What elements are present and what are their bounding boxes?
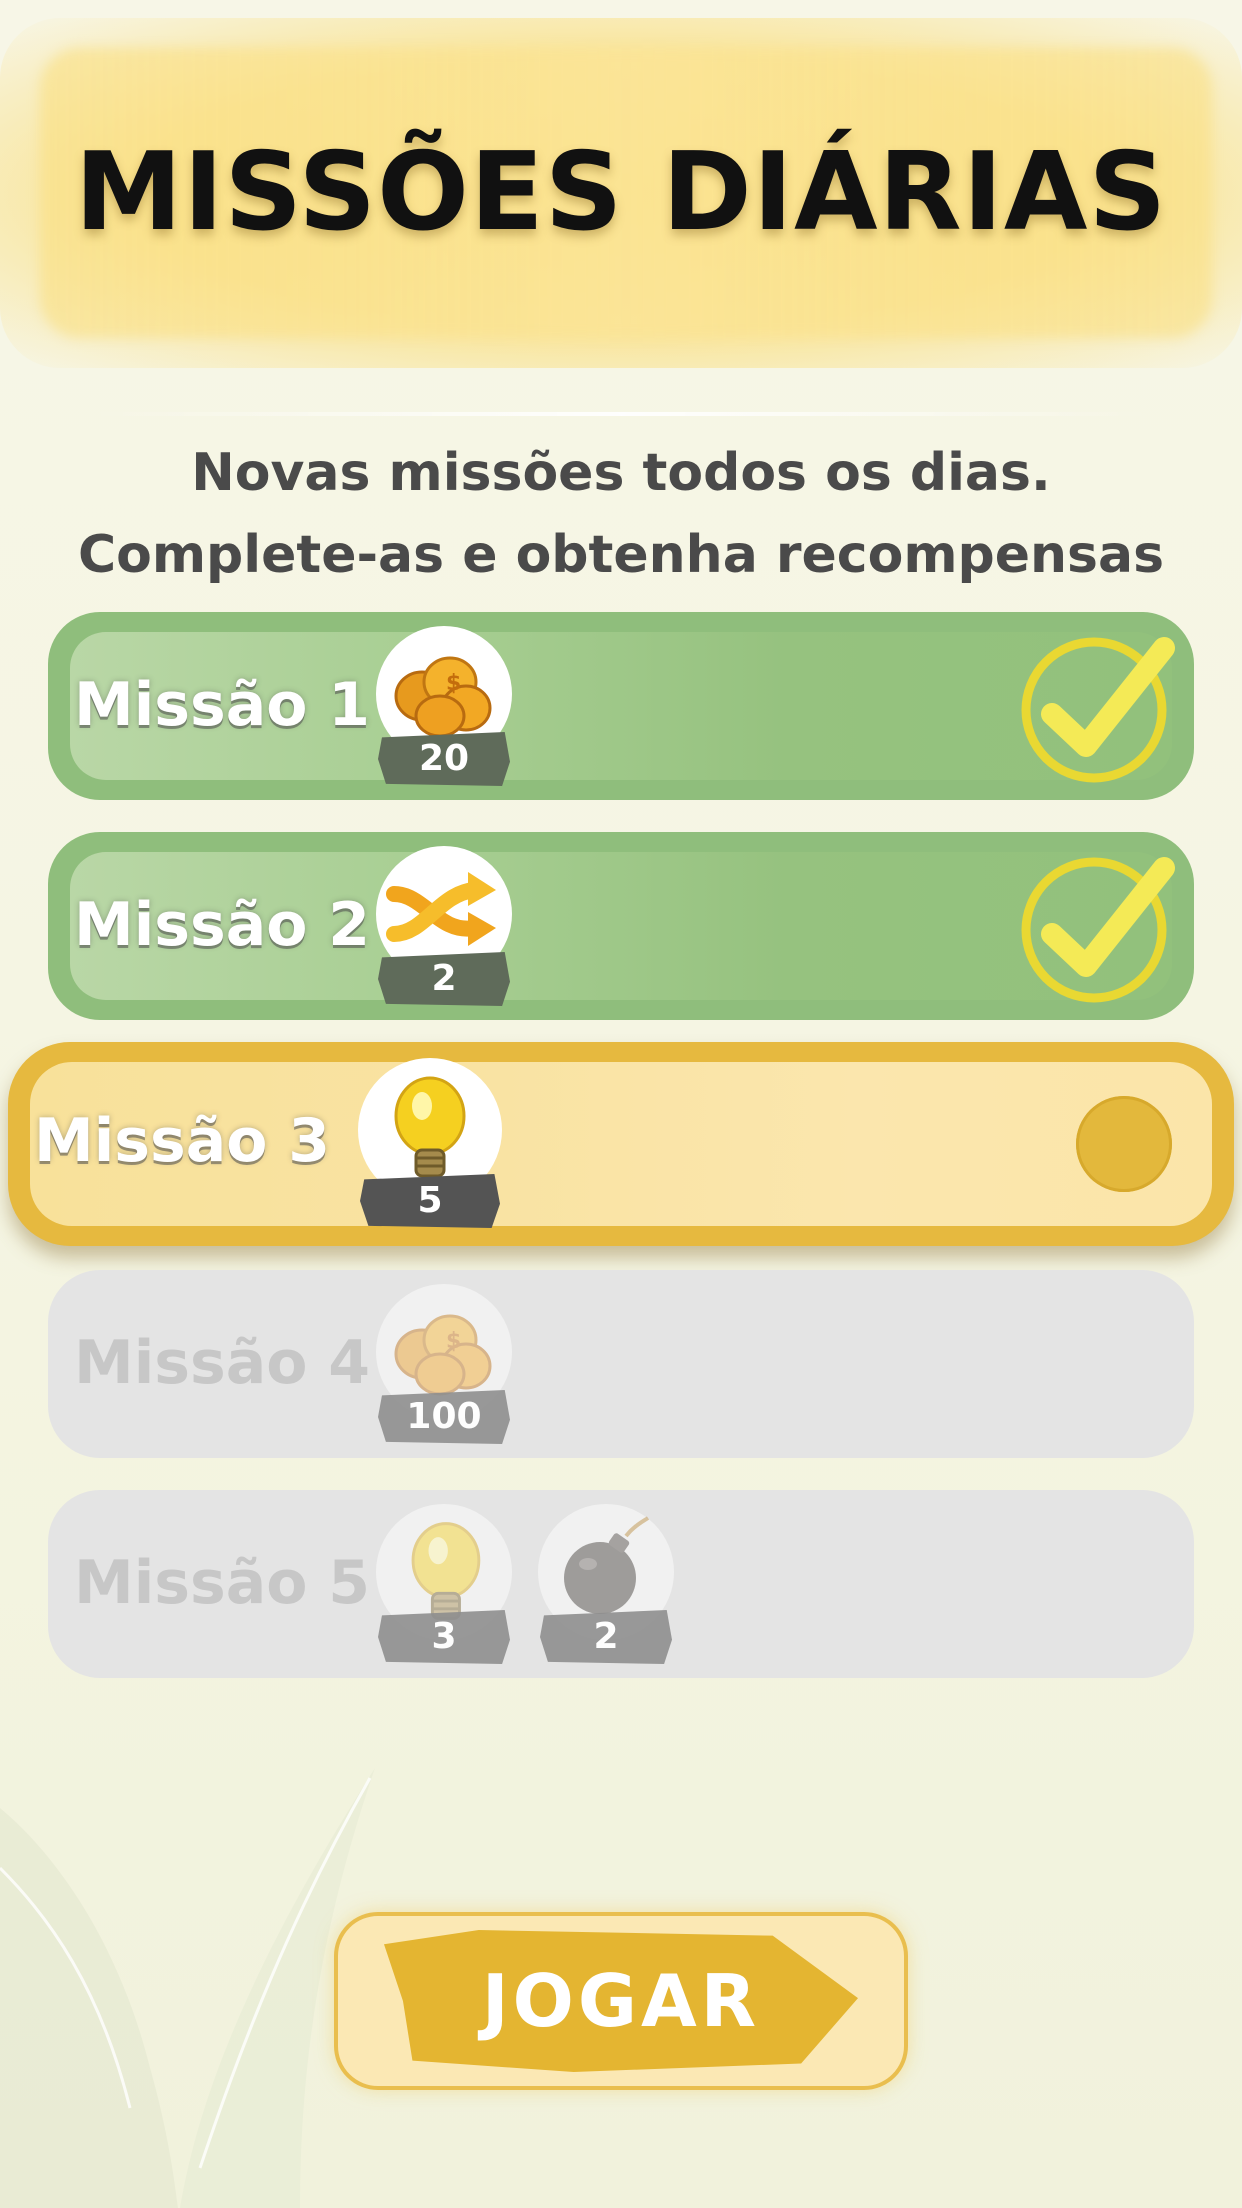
mission-row-4[interactable]: Missão 4 $ 100 bbox=[48, 1270, 1194, 1458]
reward-count: 2 bbox=[540, 1610, 672, 1664]
play-button-label: JOGAR bbox=[481, 1959, 761, 2043]
mission-label: Missão 3 bbox=[34, 1106, 331, 1176]
checkmark-icon bbox=[1021, 637, 1175, 783]
mission-reward: 2 bbox=[538, 1504, 674, 1664]
mission-row-5[interactable]: Missão 5 3 2 bbox=[48, 1490, 1194, 1678]
reward-count: 20 bbox=[378, 732, 510, 786]
mission-row-3[interactable]: Missão 3 5 bbox=[8, 1042, 1234, 1246]
mission-row-1[interactable]: Missão 1 $ 20 bbox=[48, 612, 1194, 800]
svg-text:$: $ bbox=[446, 1329, 461, 1354]
mission-reward: 2 bbox=[376, 846, 512, 1006]
mission-row-2[interactable]: Missão 2 2 bbox=[48, 832, 1194, 1020]
mission-reward: 3 bbox=[376, 1504, 512, 1664]
mission-reward: 5 bbox=[358, 1058, 502, 1228]
reward-count: 2 bbox=[378, 952, 510, 1006]
mission-label: Missão 1 bbox=[74, 670, 371, 740]
svg-text:$: $ bbox=[446, 671, 461, 696]
title-divider bbox=[90, 412, 1152, 416]
mission-reward: $ 100 bbox=[376, 1284, 512, 1444]
progress-indicator-dot bbox=[1076, 1096, 1172, 1192]
page-title: MISSÕES DIÁRIAS bbox=[74, 130, 1168, 255]
reward-count: 100 bbox=[378, 1390, 510, 1444]
mission-label: Missão 4 bbox=[74, 1328, 371, 1398]
mission-reward: $ 20 bbox=[376, 626, 512, 786]
mission-label: Missão 5 bbox=[74, 1548, 371, 1618]
play-button[interactable]: JOGAR bbox=[334, 1912, 908, 2090]
checkmark-icon bbox=[1021, 857, 1175, 1003]
reward-count: 3 bbox=[378, 1610, 510, 1664]
reward-count: 5 bbox=[360, 1174, 500, 1228]
mission-label: Missão 2 bbox=[74, 890, 371, 960]
